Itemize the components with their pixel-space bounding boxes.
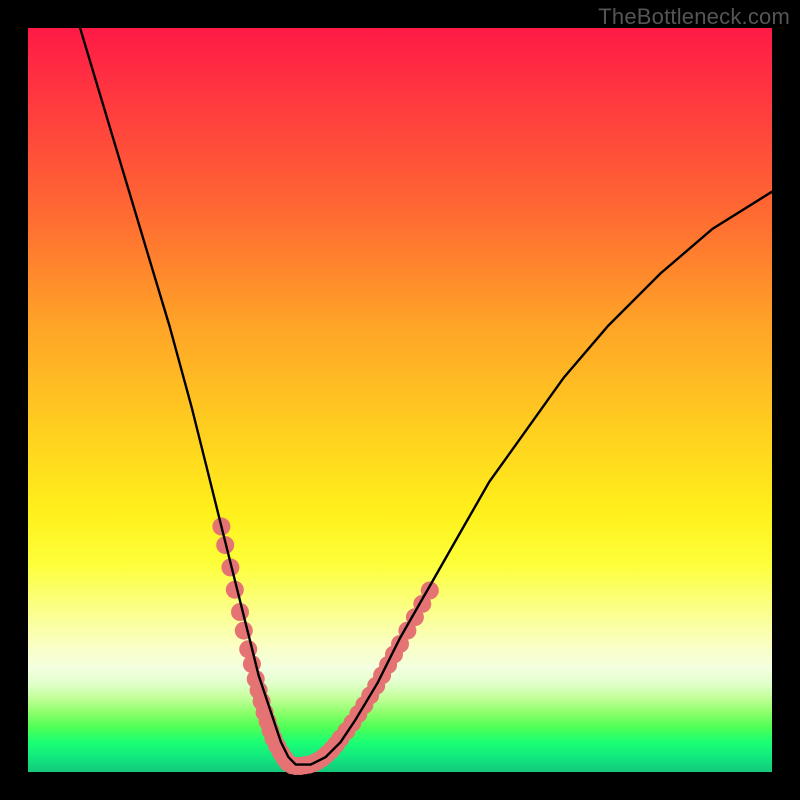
chart-frame: TheBottleneck.com <box>0 0 800 800</box>
bottleneck-curve <box>80 28 772 765</box>
highlight-dots-layer <box>212 518 438 776</box>
plot-area <box>28 28 772 772</box>
watermark-text: TheBottleneck.com <box>598 4 790 30</box>
chart-svg <box>28 28 772 772</box>
